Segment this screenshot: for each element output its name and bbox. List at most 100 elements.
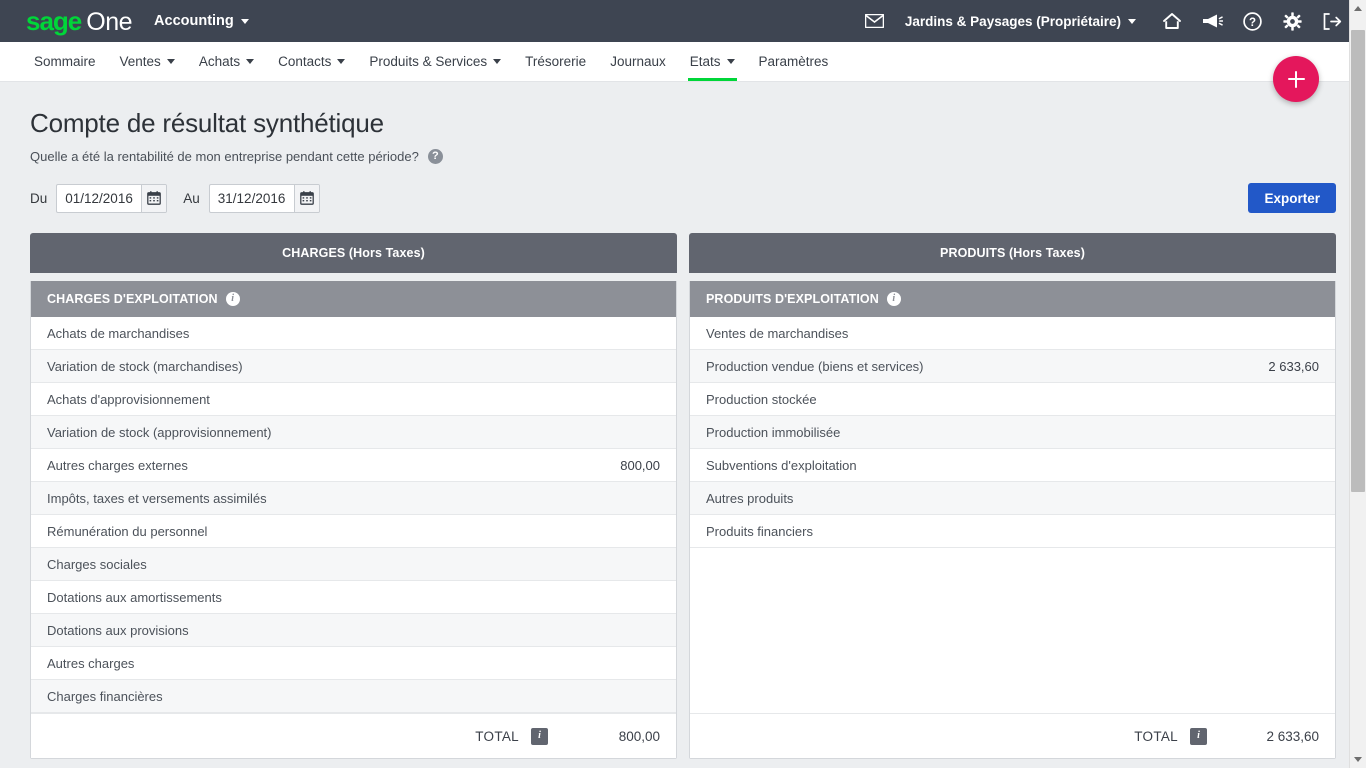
produits-exploitation-title: PRODUITS D'EXPLOITATION xyxy=(706,292,879,306)
calendar-icon[interactable] xyxy=(141,184,167,212)
nav-item-label: Trésorerie xyxy=(525,54,587,69)
help-icon[interactable]: ? xyxy=(427,149,443,164)
date-from-field[interactable] xyxy=(56,183,168,213)
row-label: Charges financières xyxy=(47,688,163,704)
table-row[interactable]: Impôts, taxes et versements assimilés xyxy=(31,482,676,515)
produits-rows: Ventes de marchandises Production vendue … xyxy=(690,317,1335,548)
nav-item-tr-sorerie[interactable]: Trésorerie xyxy=(513,42,598,81)
megaphone-icon[interactable] xyxy=(1192,0,1232,42)
gear-icon[interactable] xyxy=(1272,0,1312,42)
row-label: Production stockée xyxy=(706,391,817,407)
charges-total-row: TOTAL i 800,00 xyxy=(31,713,676,758)
table-row[interactable]: Autres charges xyxy=(31,647,676,680)
mail-icon[interactable] xyxy=(855,0,895,42)
table-row[interactable]: Achats d'approvisionnement xyxy=(31,383,676,416)
row-label: Autres charges externes xyxy=(47,457,188,473)
date-from-label: Du xyxy=(30,190,48,206)
produits-total-row: TOTAL i 2 633,60 xyxy=(690,713,1335,758)
row-amount: 800,00 xyxy=(620,457,660,473)
date-from-input[interactable] xyxy=(57,184,142,212)
home-icon[interactable] xyxy=(1152,0,1192,42)
create-new-fab-button[interactable] xyxy=(1273,56,1319,102)
table-row[interactable]: Ventes de marchandises xyxy=(690,317,1335,350)
row-amount: 2 633,60 xyxy=(1268,358,1319,374)
date-to-field[interactable] xyxy=(208,183,320,213)
produits-total-label: TOTAL xyxy=(1134,728,1178,744)
row-label: Achats de marchandises xyxy=(47,325,190,341)
table-row[interactable]: Production vendue (biens et services) 2 6… xyxy=(690,350,1335,383)
table-row[interactable]: Variation de stock (approvisionnement) xyxy=(31,416,676,449)
info-icon[interactable]: i xyxy=(531,727,548,745)
row-label: Subventions d'exploitation xyxy=(706,457,857,473)
scrollbar-thumb[interactable] xyxy=(1351,30,1365,492)
table-row[interactable]: Dotations aux provisions xyxy=(31,614,676,647)
nav-item-sommaire[interactable]: Sommaire xyxy=(22,42,108,81)
company-switcher[interactable]: Jardins & Paysages (Propriétaire) xyxy=(905,14,1136,29)
charges-column: CHARGES (Hors Taxes) CHARGES D'EXPLOITAT… xyxy=(30,233,677,759)
nav-item-journaux[interactable]: Journaux xyxy=(598,42,678,81)
produits-column: PRODUITS (Hors Taxes) PRODUITS D'EXPLOIT… xyxy=(689,233,1336,759)
nav-item-label: Etats xyxy=(689,54,721,69)
nav-item-contacts[interactable]: Contacts xyxy=(266,42,357,81)
info-icon[interactable]: i xyxy=(1190,727,1207,745)
scroll-up-arrow-icon[interactable] xyxy=(1350,0,1366,17)
table-row[interactable]: Production immobilisée xyxy=(690,416,1335,449)
nav-item-achats[interactable]: Achats xyxy=(187,42,266,81)
sage-one-logo[interactable]: sage One xyxy=(26,5,133,37)
module-switcher-label: Accounting xyxy=(154,13,234,29)
chevron-down-icon xyxy=(1128,18,1136,24)
info-icon[interactable]: i xyxy=(886,292,901,306)
row-label: Achats d'approvisionnement xyxy=(47,391,210,407)
table-row[interactable]: Subventions d'exploitation xyxy=(690,449,1335,482)
table-row[interactable]: Autres charges externes 800,00 xyxy=(31,449,676,482)
nav-item-label: Ventes xyxy=(119,54,161,69)
table-row[interactable]: Charges financières xyxy=(31,680,676,713)
chevron-down-icon xyxy=(246,59,255,64)
info-icon[interactable]: i xyxy=(225,292,240,306)
table-row[interactable]: Dotations aux amortissements xyxy=(31,581,676,614)
help-icon[interactable]: ? xyxy=(1232,0,1272,42)
nav-item-label: Paramètres xyxy=(758,54,829,69)
page-subtitle: Quelle a été la rentabilité de mon entre… xyxy=(30,149,1336,164)
table-row[interactable]: Produits financiers xyxy=(690,515,1335,548)
row-label: Production vendue (biens et services) xyxy=(706,358,924,374)
table-row[interactable]: Charges sociales xyxy=(31,548,676,581)
nav-item-etats[interactable]: Etats xyxy=(678,42,747,81)
row-label: Produits financiers xyxy=(706,523,813,539)
page-subtitle-text: Quelle a été la rentabilité de mon entre… xyxy=(30,149,419,164)
table-row[interactable]: Autres produits xyxy=(690,482,1335,515)
top-header-bar: sage One Accounting Jardins & Paysages (… xyxy=(0,0,1366,42)
page-content: Compte de résultat synthétique Quelle a … xyxy=(0,82,1366,768)
charges-total-amount: 800,00 xyxy=(618,728,660,744)
logo-one-text: One xyxy=(86,7,133,36)
nav-item-label: Journaux xyxy=(610,54,666,69)
logo-sage-text: sage xyxy=(26,5,82,36)
table-row[interactable]: Rémunération du personnel xyxy=(31,515,676,548)
nav-item-produits-services[interactable]: Produits & Services xyxy=(357,42,513,81)
charges-exploitation-panel: CHARGES D'EXPLOITATION i Achats de march… xyxy=(30,281,677,759)
table-row[interactable]: Production stockée xyxy=(690,383,1335,416)
nav-item-label: Contacts xyxy=(278,54,332,69)
calendar-icon[interactable] xyxy=(293,184,319,212)
date-to-input[interactable] xyxy=(209,184,294,212)
company-name-label: Jardins & Paysages (Propriétaire) xyxy=(904,13,1121,29)
row-label: Impôts, taxes et versements assimilés xyxy=(47,490,267,506)
produits-panel-filler xyxy=(690,548,1335,713)
date-to-label: Au xyxy=(183,190,200,206)
logout-icon[interactable] xyxy=(1312,0,1352,42)
table-row[interactable]: Achats de marchandises xyxy=(31,317,676,350)
produits-column-header: PRODUITS (Hors Taxes) xyxy=(689,233,1336,273)
nav-item-label: Sommaire xyxy=(34,54,96,69)
nav-item-param-tres[interactable]: Paramètres xyxy=(747,42,841,81)
scroll-down-arrow-icon[interactable] xyxy=(1350,751,1366,768)
chevron-down-icon xyxy=(493,59,502,64)
table-row[interactable]: Variation de stock (marchandises) xyxy=(31,350,676,383)
chevron-down-icon xyxy=(240,18,249,24)
module-switcher-accounting[interactable]: Accounting xyxy=(154,13,249,29)
nav-item-label: Achats xyxy=(198,54,241,69)
page-title: Compte de résultat synthétique xyxy=(30,108,384,138)
row-label: Production immobilisée xyxy=(706,424,841,440)
page-scrollbar[interactable] xyxy=(1349,0,1366,768)
export-button[interactable]: Exporter xyxy=(1248,183,1336,213)
nav-item-ventes[interactable]: Ventes xyxy=(108,42,187,81)
